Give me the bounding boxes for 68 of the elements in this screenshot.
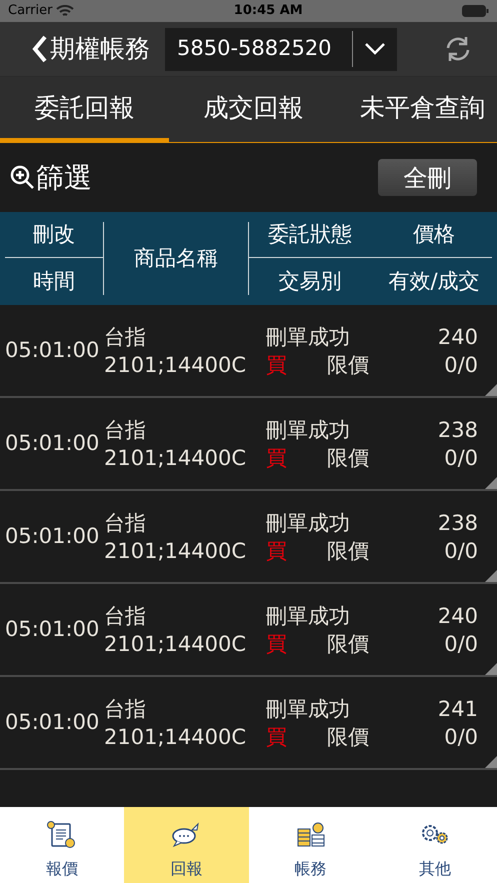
column-header: 交易別 (278, 268, 342, 295)
price-cell-text: 238 (438, 416, 478, 444)
tab[interactable]: 委託回報 (0, 77, 169, 142)
corner-triangle-icon (485, 384, 497, 396)
contract-code: 2101;14400C (104, 630, 247, 658)
price-cell-text: 241 (438, 696, 478, 722)
product-name: 台指 (104, 510, 147, 536)
order-status: 刪單成功 (266, 416, 351, 444)
product-name: 台指 (104, 324, 147, 350)
order-status: 刪單成功 (266, 602, 351, 630)
corner-triangle-icon (485, 663, 497, 675)
product-name: 台指 (104, 416, 147, 444)
filled-cell-text: 0/0 (444, 538, 478, 564)
trade-side: 買 (266, 724, 288, 750)
product-name: 台指 (104, 602, 147, 630)
column-header: 時間 (32, 268, 76, 295)
trade-side: 買 (266, 538, 288, 564)
column-header: 商品名稱 (134, 244, 218, 272)
trade-side: 買 (266, 630, 288, 658)
order-status: 刪單成功 (266, 696, 351, 722)
contract-code: 2101;14400C (104, 352, 247, 378)
battery-icon (462, 5, 489, 17)
order-type: 限價 (327, 724, 369, 750)
column-header: 有效/成交 (387, 268, 481, 295)
filled-cell-text: 0/0 (444, 630, 478, 658)
filled-cell-text: 0/0 (444, 724, 478, 750)
order-type: 限價 (327, 444, 369, 472)
trade-side: 買 (266, 352, 288, 378)
refresh-icon[interactable] (444, 35, 472, 63)
delete-all-button[interactable]: 全刪 (378, 159, 477, 196)
account-dropdown[interactable]: 5850-5882520 (165, 28, 397, 70)
order-type: 限價 (327, 352, 369, 378)
tab[interactable]: 未平倉查詢 (338, 77, 497, 142)
carrier-label: Carrier (8, 2, 52, 20)
order-status: 刪單成功 (266, 510, 351, 536)
coin-stack-icon (294, 821, 327, 849)
filled-cell-text: 0/0 (444, 352, 478, 378)
order-status: 刪單成功 (266, 324, 351, 350)
trade-side: 買 (266, 444, 288, 472)
wifi-icon (56, 4, 74, 18)
time-cell: 05:01:00 (5, 710, 100, 734)
filter-button[interactable]: 篩選 (10, 156, 92, 198)
zoom-in-icon (10, 164, 36, 190)
clock: 10:45 AM (234, 2, 303, 20)
contract-code: 2101;14400C (104, 444, 247, 472)
order-type: 限價 (327, 630, 369, 658)
product-name: 台指 (104, 696, 147, 722)
time-cell: 05:01:00 (5, 430, 100, 455)
order-type: 限價 (327, 538, 369, 564)
contract-code: 2101;14400C (104, 538, 247, 564)
back-button[interactable]: 期權帳務 (30, 30, 150, 68)
corner-triangle-icon (485, 477, 497, 489)
chevron-down-icon (365, 43, 385, 55)
column-header: 刪改 (32, 220, 76, 248)
corner-triangle-icon (485, 570, 497, 582)
tab-bar-item[interactable]: 回報 (124, 807, 248, 883)
time-cell: 05:01:00 (5, 524, 100, 548)
time-cell: 05:01:00 (5, 338, 100, 362)
contract-code: 2101;14400C (104, 724, 247, 750)
price-cell-text: 240 (438, 324, 478, 350)
corner-triangle-icon (485, 756, 497, 768)
price-cell-text: 240 (438, 602, 478, 630)
price-cell-text: 238 (438, 510, 478, 536)
column-header: 委託狀態 (267, 220, 353, 248)
column-header: 價格 (412, 220, 456, 248)
filled-cell-text: 0/0 (444, 444, 478, 472)
tab[interactable]: 成交回報 (169, 77, 338, 142)
time-cell: 05:01:00 (5, 616, 100, 641)
